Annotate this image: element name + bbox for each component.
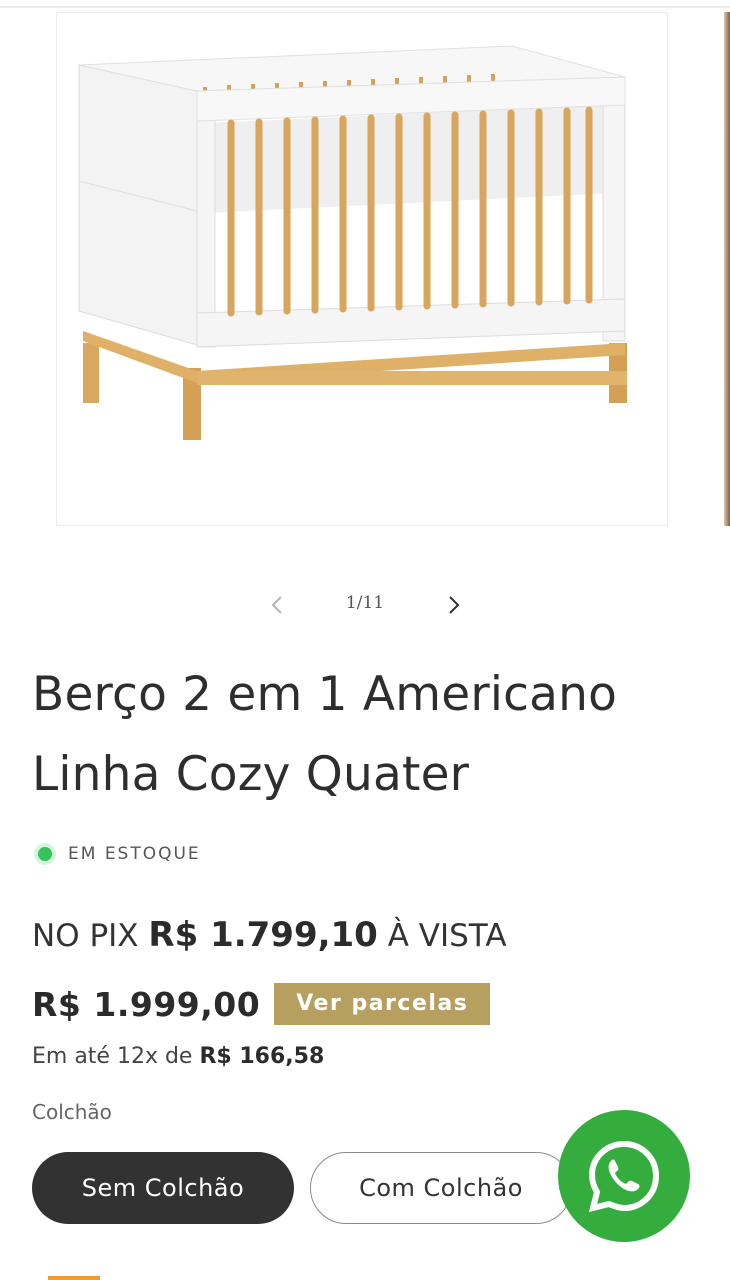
installments-info: Em até 12x de R$ 166,58 — [32, 1044, 324, 1069]
crib-leg-front-left — [83, 343, 99, 403]
installments-prefix: Em até 12x de — [32, 1044, 193, 1069]
product-title: Berço 2 em 1 Americano Linha Cozy Quater — [32, 655, 712, 815]
option-com-colchao[interactable]: Com Colchão — [310, 1152, 572, 1224]
whatsapp-button[interactable] — [558, 1110, 690, 1242]
stock-status-text: EM ESTOQUE — [68, 844, 201, 864]
next-slide-button[interactable] — [434, 585, 474, 625]
pix-suffix: À VISTA — [387, 918, 507, 954]
variant-label: Colchão — [32, 1100, 112, 1124]
pix-price: R$ 1.799,10 — [148, 915, 378, 955]
prev-slide-button[interactable] — [257, 585, 297, 625]
ver-parcelas-button[interactable]: Ver parcelas — [274, 983, 491, 1025]
next-image-peek — [724, 12, 730, 526]
product-title-line1: Berço 2 em 1 Americano — [32, 667, 618, 722]
product-title-line2: Linha Cozy Quater — [32, 747, 470, 802]
top-divider — [0, 6, 730, 8]
price-row: R$ 1.999,00 Ver parcelas — [32, 983, 491, 1025]
option-sem-colchao[interactable]: Sem Colchão — [32, 1152, 294, 1224]
pix-price-line: NO PIX R$ 1.799,10 À VISTA — [32, 915, 507, 955]
in-stock-dot-icon — [38, 847, 52, 861]
crib-image — [78, 45, 627, 440]
chevron-left-icon — [271, 596, 282, 614]
regular-price: R$ 1.999,00 — [32, 984, 261, 1024]
chevron-right-icon — [449, 596, 460, 614]
product-image[interactable] — [56, 12, 668, 526]
option-label: Sem Colchão — [81, 1174, 245, 1202]
option-label: Com Colchão — [359, 1174, 523, 1202]
whatsapp-icon — [588, 1140, 660, 1213]
pix-prefix: NO PIX — [32, 918, 139, 954]
slider-navigation: 1/11 — [0, 585, 730, 625]
next-section-peek — [48, 1276, 100, 1280]
slide-counter: 1/11 — [345, 593, 385, 613]
stock-status: EM ESTOQUE — [32, 840, 201, 868]
installments-value: R$ 166,58 — [199, 1044, 325, 1069]
